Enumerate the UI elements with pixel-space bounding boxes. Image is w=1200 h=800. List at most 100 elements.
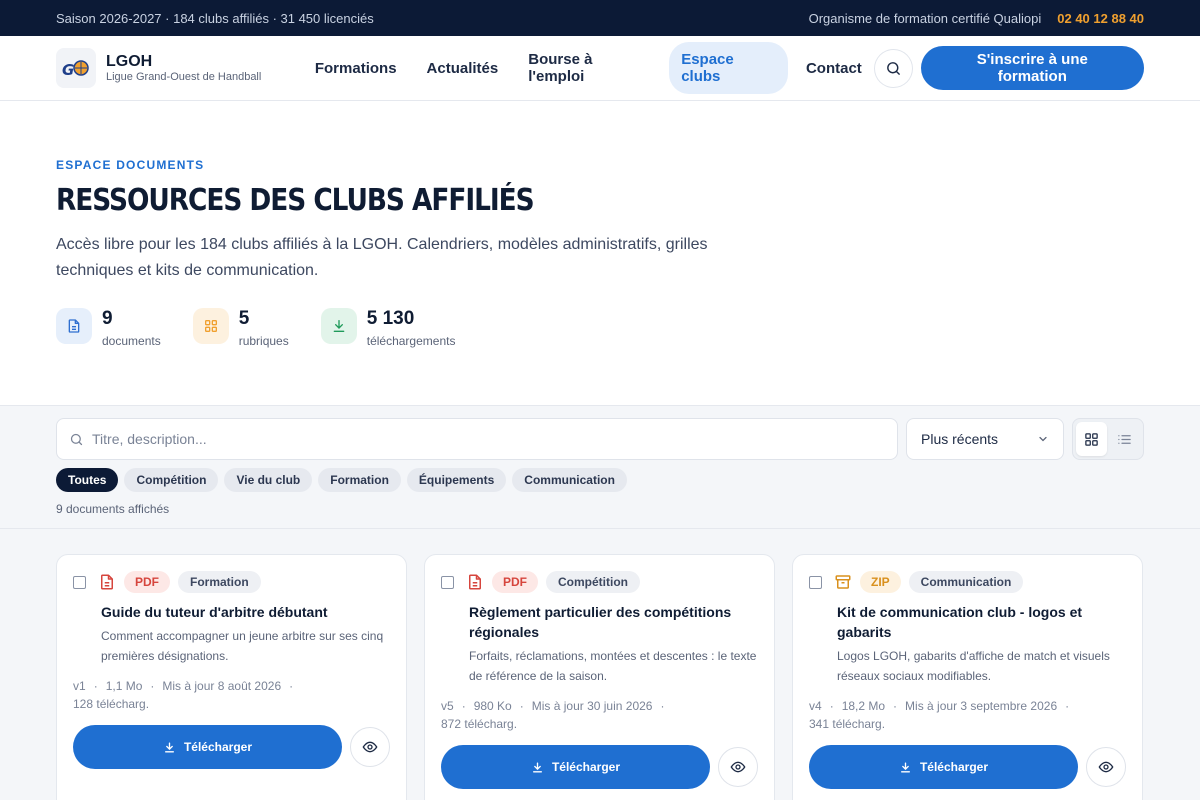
search-input[interactable]	[92, 431, 885, 447]
document-card: PDF Formation Guide du tuteur d'arbitre …	[56, 554, 407, 800]
filter-chip[interactable]: Toutes	[56, 468, 119, 492]
download-label: Télécharger	[919, 760, 989, 774]
file-type-badge: ZIP	[860, 571, 901, 593]
chevron-down-icon	[1039, 436, 1047, 442]
grid-icon	[1085, 432, 1098, 446]
document-version: v5	[441, 699, 454, 713]
nav-link-bourse-l-emploi[interactable]: Bourse à l'emploi	[516, 42, 663, 94]
stat-label: documents	[102, 334, 161, 348]
search-button[interactable]	[873, 48, 913, 88]
download-label: Télécharger	[551, 760, 621, 774]
sort-value: Plus récents	[921, 431, 999, 447]
download-icon	[533, 761, 542, 773]
select-checkbox[interactable]	[809, 575, 822, 589]
stats-row: 9 documents 5 rubriques 5 130 télécharge…	[56, 308, 1144, 348]
lgoh-logo-icon: G	[56, 48, 96, 88]
document-updated: Mis à jour 30 juin 2026	[531, 699, 653, 713]
pdf-file-icon	[98, 573, 116, 591]
document-card: PDF Compétition Règlement particulier de…	[424, 554, 775, 800]
phone-link[interactable]: 02 40 12 88 40	[1057, 11, 1144, 26]
document-description: Comment accompagner un jeune arbitre sur…	[101, 629, 384, 663]
brand-name: LGOH	[106, 53, 153, 70]
section-eyebrow: ESPACE DOCUMENTS	[56, 158, 205, 172]
documents-grid: PDF Formation Guide du tuteur d'arbitre …	[56, 554, 1144, 800]
stat-item: 5 rubriques	[192, 308, 289, 348]
document-meta: v1 · 1,1 Mo · Mis à jour 8 août 2026 · 128 tél…	[73, 679, 294, 711]
document-title[interactable]: Kit de communication club - logos et gab…	[837, 602, 1126, 642]
page-title: RESSOURCES DES CLUBS AFFILIÉS	[56, 183, 535, 218]
preview-button[interactable]	[1086, 747, 1126, 787]
eye-icon	[730, 761, 746, 773]
document-icon	[56, 308, 92, 344]
list-icon	[1118, 434, 1131, 444]
category-badge: Communication	[908, 571, 1024, 593]
document-meta: v4 · 18,2 Mo · Mis à jour 3 septembre 2026 · 3…	[809, 699, 1070, 731]
grid-icon	[192, 308, 229, 344]
download-icon	[320, 308, 357, 344]
download-icon	[901, 761, 910, 773]
document-card: ZIP Communication Kit de communication c…	[792, 554, 1143, 800]
eye-icon	[1098, 761, 1114, 773]
category-badge: Compétition	[546, 571, 640, 593]
grid-view-button[interactable]	[1076, 422, 1107, 456]
stat-item: 9 documents	[56, 308, 161, 348]
filter-chip[interactable]: Équipements	[406, 468, 507, 492]
filter-chip[interactable]: Vie du club	[224, 468, 313, 492]
document-description: Logos LGOH, gabarits d'affiche de match …	[837, 649, 1110, 683]
document-downloads: 872 télécharg.	[441, 717, 518, 731]
document-updated: Mis à jour 3 septembre 2026	[905, 699, 1058, 713]
search-icon	[886, 61, 900, 75]
pdf-file-icon	[466, 573, 484, 591]
sort-select[interactable]: Plus récents	[906, 418, 1064, 460]
select-checkbox[interactable]	[73, 575, 86, 589]
document-size: 1,1 Mo	[105, 679, 143, 693]
brand-subtitle: Ligue Grand-Ouest de Handball	[106, 71, 262, 83]
filter-chip[interactable]: Compétition	[124, 468, 219, 492]
stat-label: rubriques	[238, 334, 289, 348]
download-button[interactable]: Télécharger	[441, 745, 710, 789]
svg-text:G: G	[62, 61, 74, 79]
file-type-badge: PDF	[124, 571, 170, 593]
document-title[interactable]: Règlement particulier des compétitions r…	[469, 602, 758, 642]
results-count: 9 documents affichés	[56, 502, 170, 516]
search-field[interactable]	[56, 418, 898, 460]
preview-button[interactable]	[350, 727, 390, 767]
filter-toolbar: Plus récents ToutesCompétitionVie du clu…	[0, 406, 1200, 529]
document-version: v1	[73, 679, 86, 693]
stat-value: 9	[102, 308, 113, 329]
document-title[interactable]: Guide du tuteur d'arbitre débutant	[101, 602, 390, 622]
site-header: G LGOH Ligue Grand-Ouest de Handball For…	[0, 36, 1200, 101]
nav-link-actualit-s[interactable]: Actualités	[415, 51, 511, 86]
stat-label: téléchargements	[366, 334, 456, 348]
list-view-button[interactable]	[1109, 422, 1140, 456]
document-size: 18,2 Mo	[841, 699, 886, 713]
preview-button[interactable]	[718, 747, 758, 787]
download-icon	[165, 741, 174, 753]
nav-link-espace-clubs[interactable]: Espace clubs	[669, 42, 788, 94]
stat-value: 5 130	[366, 308, 415, 329]
register-training-button[interactable]: S'inscrire à une formation	[920, 46, 1144, 90]
file-type-badge: PDF	[492, 571, 538, 593]
download-button[interactable]: Télécharger	[809, 745, 1078, 789]
nav-link-formations[interactable]: Formations	[303, 51, 409, 86]
category-filters: Toutes Compétition Vie du club Formation Équ…	[56, 468, 1144, 492]
season-info: Saison 2026-2027 · 184 clubs affiliés · …	[56, 10, 374, 26]
filter-chip[interactable]: Communication	[512, 468, 627, 492]
document-meta: v5 · 980 Ko · Mis à jour 30 juin 2026 · 872 té…	[441, 699, 665, 731]
select-checkbox[interactable]	[441, 575, 454, 589]
qualiopi-label: Organisme de formation certifié Qualiopi	[808, 10, 1042, 26]
top-info-bar: Saison 2026-2027 · 184 clubs affiliés · …	[0, 0, 1200, 36]
stat-value: 5	[238, 308, 250, 329]
eye-icon	[362, 741, 378, 753]
documents-area: PDF Formation Guide du tuteur d'arbitre …	[0, 529, 1200, 800]
search-icon	[70, 433, 83, 445]
download-button[interactable]: Télécharger	[73, 725, 342, 769]
download-label: Télécharger	[183, 740, 253, 754]
filter-chip[interactable]: Formation	[318, 468, 401, 492]
hero-section: ESPACE DOCUMENTS RESSOURCES DES CLUBS AF…	[0, 101, 1200, 406]
brand-link[interactable]: G LGOH Ligue Grand-Ouest de Handball	[56, 48, 303, 88]
document-downloads: 341 télécharg.	[809, 717, 886, 731]
document-description: Forfaits, réclamations, montées et desce…	[469, 649, 757, 683]
stat-item: 5 130 téléchargements	[320, 308, 456, 348]
nav-link-contact[interactable]: Contact	[794, 51, 874, 86]
